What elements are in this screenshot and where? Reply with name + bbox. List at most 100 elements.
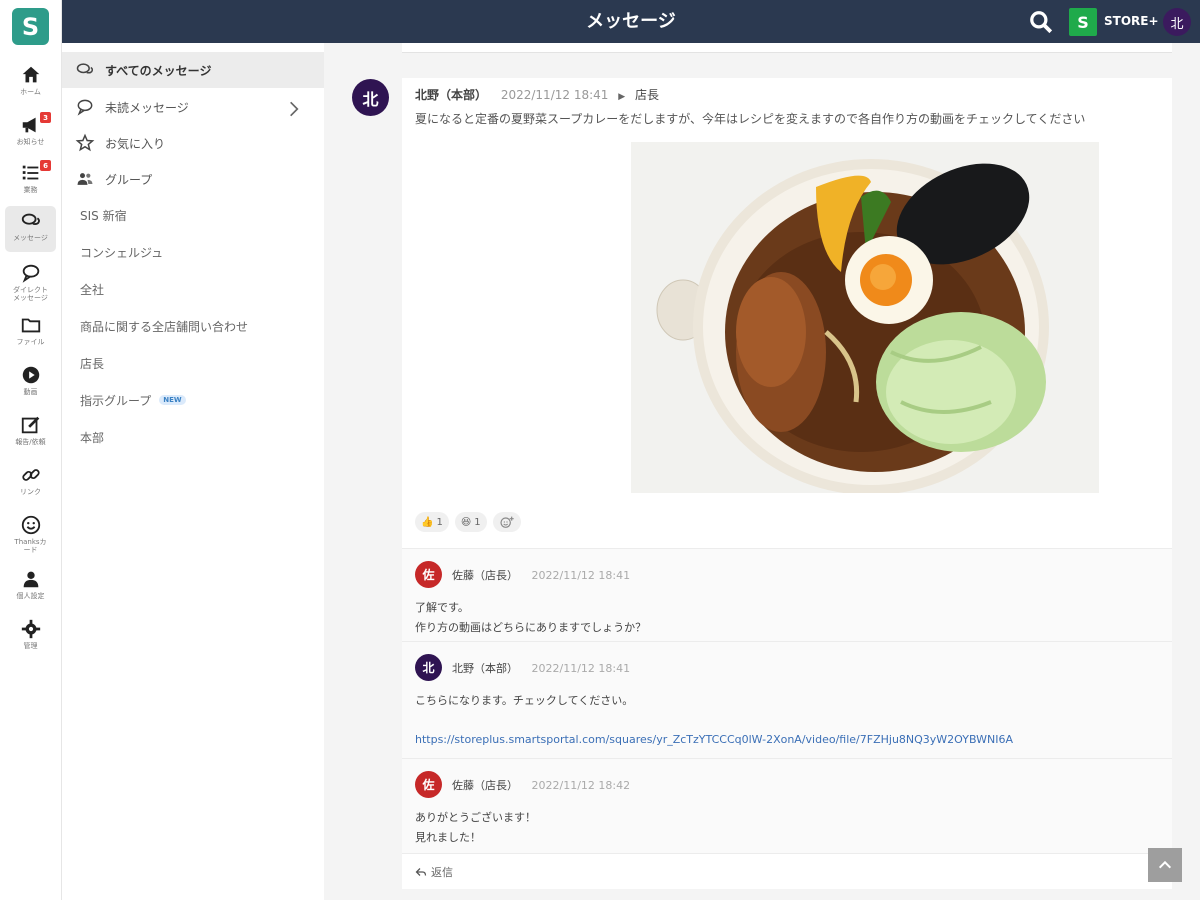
play-icon [22,366,39,384]
new-badge: NEW [159,395,186,405]
rail-label-messages: メッセージ [13,234,48,242]
side-label-group: 店長 [80,356,105,371]
megaphone-icon [22,117,36,133]
folder-icon [21,318,40,333]
reply-avatar[interactable]: 佐 [415,771,442,798]
video-link[interactable]: https://storeplus.smartsportal.com/squar… [415,733,1013,746]
side-item-group-store-managers[interactable]: 店長 [62,345,324,381]
user-avatar[interactable]: 北 [1163,8,1191,36]
reply-header: 佐藤（店長） 2022/11/12 18:42 [452,777,630,793]
side-label-group: 全社 [80,282,105,297]
reply-avatar[interactable]: 北 [415,654,442,681]
reply-avatar[interactable]: 佐 [415,561,442,588]
reply-item: 佐 佐藤（店長） 2022/11/12 18:41 了解です。 作り方の動画はど… [402,548,1172,641]
side-item-favorites[interactable]: お気に入り [62,125,324,161]
side-item-all-messages[interactable]: すべてのメッセージ [62,52,324,88]
reply-text: ありがとうございます！ [415,811,536,824]
thumbs-up-icon: 👍 [421,516,434,528]
reply-arrow-icon [415,868,427,876]
side-label-group: 商品に関する全店舗問い合わせ [80,319,249,334]
side-label-group: SIS 新宿 [80,208,127,223]
message-thread: 北 北野（本部） 2022/11/12 18:41 ▶ 店長 夏になると定番の夏… [324,43,1200,900]
side-item-group-sis-shinjuku[interactable]: SIS 新宿 [62,197,324,233]
side-label-group: コンシェルジュ [80,245,164,260]
rail-item-direct-message[interactable]: ダイレクト メッセージ [5,258,56,304]
reaction-bar: 👍 1 😆 1 [415,512,521,532]
reaction-laugh[interactable]: 😆 1 [454,512,487,532]
rail-label-thanks-card: Thanksカ ード [14,538,47,554]
rail-label-files: ファイル [16,338,45,346]
reply-label: 返信 [431,866,453,879]
gear-icon [21,619,40,639]
add-reaction-icon [500,516,514,528]
direct-message-icon [22,264,39,283]
rail-item-links[interactable]: リンク [5,460,56,506]
rail-item-notices[interactable]: 3 お知らせ [5,110,56,156]
post-author[interactable]: 北野（本部） [415,88,487,102]
reply-author[interactable]: 北野（本部） [452,662,518,675]
left-rail: S ホーム 3 お知らせ 6 業務 メッセージ ダイレクト メッセージ ファイル… [0,0,62,900]
rail-item-profile[interactable]: 個人設定 [5,564,56,610]
rail-item-home[interactable]: ホーム [5,60,56,106]
add-reaction-button[interactable] [492,512,521,532]
rail-item-thanks-card[interactable]: Thanksカ ード [5,510,56,556]
post-channel[interactable]: 店長 [635,88,659,102]
speech-bubble-icon [77,99,93,116]
rail-label-admin: 管理 [23,642,38,650]
rail-item-videos[interactable]: 動画 [5,360,56,406]
chat-bubbles-icon [21,213,40,225]
reaction-thumbs-up[interactable]: 👍 1 [415,512,449,532]
reply-author[interactable]: 佐藤（店長） [452,779,518,792]
store-name[interactable]: STORE+ [1104,0,1159,43]
rail-label-links: リンク [20,488,41,496]
search-icon[interactable] [1028,9,1054,35]
side-item-group-company[interactable]: 全社 [62,271,324,307]
side-item-group-product-inquiries[interactable]: 商品に関する全店舗問い合わせ [62,308,324,344]
message-side-menu: すべてのメッセージ 未読メッセージ お気に入り グループ SIS 新宿 コンシェ… [62,43,324,900]
side-item-group-headquarters[interactable]: 本部 [62,419,324,455]
rail-item-messages[interactable]: メッセージ [5,206,56,252]
side-item-unread[interactable]: 未読メッセージ [62,89,324,125]
post-meta: 北野（本部） 2022/11/12 18:41 ▶ 店長 [415,86,659,103]
reply-timestamp: 2022/11/12 18:41 [531,662,631,675]
reply-text: 了解です。 [415,601,469,614]
chevron-right-icon[interactable] [284,99,304,119]
reply-text: 見れました！ [415,831,481,844]
side-label-group: 指示グループ [80,393,152,408]
rail-item-tasks[interactable]: 6 業務 [5,158,56,204]
previous-post-edge [402,43,1172,53]
group-icon [77,173,93,185]
side-item-group-instructions[interactable]: 指示グループ NEW [62,382,324,418]
reply-header: 北野（本部） 2022/11/12 18:41 [452,660,630,676]
message-post: 北野（本部） 2022/11/12 18:41 ▶ 店長 夏になると定番の夏野菜… [402,78,1172,548]
side-label-all-messages: すべてのメッセージ [105,63,212,78]
post-author-avatar[interactable]: 北 [352,79,389,116]
chat-bubbles-icon [76,63,94,74]
reply-item: 佐 佐藤（店長） 2022/11/12 18:42 ありがとうございます！ 見れ… [402,758,1172,853]
laughing-face-icon: 😆 [460,516,472,528]
link-icon [21,469,40,481]
reply-button[interactable]: 返信 [415,864,453,880]
app-logo[interactable]: S [12,8,49,45]
rail-label-reports: 報告/依頼 [15,438,46,446]
rail-item-admin[interactable]: 管理 [5,614,56,660]
rail-item-files[interactable]: ファイル [5,310,56,356]
reply-timestamp: 2022/11/12 18:41 [531,569,631,582]
star-icon [75,133,95,152]
post-body: 夏になると定番の夏野菜スープカレーをだしますが、今年はレシピを変えますので各自作… [415,112,1086,126]
side-item-group-concierge[interactable]: コンシェルジュ [62,234,324,270]
side-item-groups[interactable]: グループ [62,161,324,197]
rail-label-home: ホーム [20,88,41,96]
reply-item: 北 北野（本部） 2022/11/12 18:41 こちらになります。チェックし… [402,641,1172,758]
side-label-unread: 未読メッセージ [105,100,189,115]
home-icon [22,66,39,83]
post-photo[interactable] [631,142,1099,493]
reply-author[interactable]: 佐藤（店長） [452,569,518,582]
scroll-to-top-button[interactable] [1148,848,1182,882]
chevron-up-icon [1158,860,1172,869]
side-label-group: 本部 [80,430,105,445]
store-logo[interactable]: S [1069,8,1097,36]
post-timestamp: 2022/11/12 18:41 [500,88,609,102]
caret-right-icon: ▶ [618,92,626,102]
rail-item-reports[interactable]: 報告/依頼 [5,410,56,456]
